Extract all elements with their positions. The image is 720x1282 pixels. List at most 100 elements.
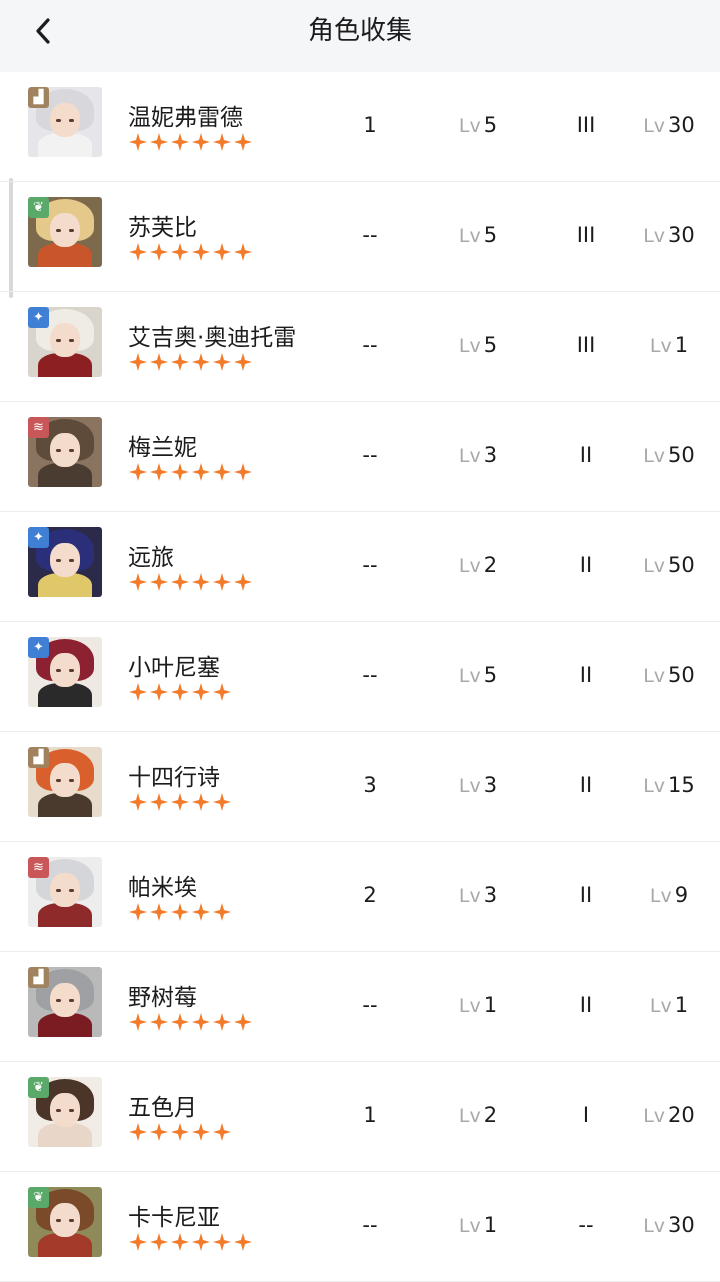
star-icon: [128, 352, 148, 374]
leaf-element-icon: ❦: [28, 1187, 49, 1208]
star-icon: [149, 682, 169, 704]
lv-prefix: Lv: [458, 885, 481, 907]
level-cell: Lv 1: [448, 990, 508, 1020]
star-icon: [212, 1232, 232, 1254]
character-row[interactable]: ❦ 五色月 1 Lv 2 I Lv 20: [0, 1062, 720, 1172]
star-icon: [233, 1012, 253, 1034]
level2-cell: Lv 50: [634, 550, 704, 580]
character-row[interactable]: ❦ 卡卡尼亚 -- Lv 1 -- Lv 30: [0, 1172, 720, 1282]
top-bar: 角色收集: [0, 0, 720, 72]
character-row[interactable]: ✦ 小叶尼塞 -- Lv 5 II Lv 50: [0, 622, 720, 732]
character-avatar: ▟: [28, 747, 102, 817]
level-value: 5: [483, 663, 498, 687]
count-value: --: [362, 333, 378, 357]
level2-cell: Lv 30: [634, 1210, 704, 1240]
lv-prefix: Lv: [458, 555, 481, 577]
level-cell: Lv 3: [448, 440, 508, 470]
rarity-stars: [128, 1012, 253, 1034]
claw-element-icon: ≋: [28, 857, 49, 878]
tier-value: II: [579, 443, 593, 467]
character-avatar: ❦: [28, 1187, 102, 1257]
character-name: 小叶尼塞: [128, 655, 220, 681]
star-icon: [170, 1122, 190, 1144]
star-icon: [233, 572, 253, 594]
star-element-icon: ✦: [28, 527, 49, 548]
level-value: 3: [483, 773, 498, 797]
star-icon: [128, 132, 148, 154]
character-row[interactable]: ≋ 帕米埃 2 Lv 3 II Lv 9: [0, 842, 720, 952]
character-row[interactable]: ✦ 远旅 -- Lv 2 II Lv 50: [0, 512, 720, 622]
level2-value: 1: [674, 993, 689, 1017]
star-icon: [128, 1012, 148, 1034]
star-icon: [191, 902, 211, 924]
count-value: --: [362, 443, 378, 467]
star-icon: [191, 1122, 211, 1144]
character-avatar: ≋: [28, 417, 102, 487]
star-icon: [191, 682, 211, 704]
star-icon: [212, 242, 232, 264]
star-icon: [212, 792, 232, 814]
lv-prefix: Lv: [458, 445, 481, 467]
character-row[interactable]: ▟ 温妮弗雷德 1 Lv 5 III Lv 30: [0, 72, 720, 182]
rarity-stars: [128, 242, 253, 264]
tier-value: --: [578, 1213, 594, 1237]
count-value: 3: [363, 773, 377, 797]
character-row[interactable]: ≋ 梅兰妮 -- Lv 3 II Lv 50: [0, 402, 720, 512]
level-value: 3: [483, 443, 498, 467]
character-name: 温妮弗雷德: [128, 105, 243, 131]
star-icon: [170, 1012, 190, 1034]
tier-value: III: [576, 223, 596, 247]
star-icon: [149, 462, 169, 484]
level2-value: 1: [674, 333, 689, 357]
rarity-stars: [128, 1122, 232, 1144]
lv-prefix: Lv: [458, 665, 481, 687]
star-icon: [233, 1232, 253, 1254]
character-avatar: ✦: [28, 637, 102, 707]
level-cell: Lv 5: [448, 660, 508, 690]
character-name: 卡卡尼亚: [128, 1205, 220, 1231]
character-row[interactable]: ❦ 苏芙比 -- Lv 5 III Lv 30: [0, 182, 720, 292]
level2-value: 50: [668, 553, 695, 577]
lv-prefix: Lv: [458, 775, 481, 797]
character-list: ▟ 温妮弗雷德 1 Lv 5 III Lv 30 ❦ 苏芙比 -- Lv 5 III Lv 30 ✦ 艾吉奥·奥迪…: [0, 72, 720, 1282]
star-icon: [191, 572, 211, 594]
level-cell: Lv 5: [448, 330, 508, 360]
level-value: 1: [483, 993, 498, 1017]
star-element-icon: ✦: [28, 637, 49, 658]
rarity-stars: [128, 572, 253, 594]
level-cell: Lv 2: [448, 1100, 508, 1130]
character-name: 远旅: [128, 545, 174, 571]
star-icon: [212, 1122, 232, 1144]
star-icon: [149, 792, 169, 814]
character-avatar: ❦: [28, 197, 102, 267]
count-value: 1: [363, 113, 377, 137]
character-avatar: ▟: [28, 967, 102, 1037]
character-name: 苏芙比: [128, 215, 197, 241]
star-icon: [233, 242, 253, 264]
character-row[interactable]: ✦ 艾吉奥·奥迪托雷 -- Lv 5 III Lv 1: [0, 292, 720, 402]
character-name: 五色月: [128, 1095, 197, 1121]
level-value: 3: [483, 883, 498, 907]
character-row[interactable]: ▟ 野树莓 -- Lv 1 II Lv 1: [0, 952, 720, 1062]
character-name: 艾吉奥·奥迪托雷: [128, 325, 297, 351]
character-row[interactable]: ▟ 十四行诗 3 Lv 3 II Lv 15: [0, 732, 720, 842]
character-avatar: ✦: [28, 307, 102, 377]
rarity-stars: [128, 462, 253, 484]
earth-element-icon: ▟: [28, 747, 49, 768]
count-value: --: [362, 553, 378, 577]
leaf-element-icon: ❦: [28, 197, 49, 218]
tier-value: III: [576, 113, 596, 137]
rarity-stars: [128, 682, 232, 704]
level2-cell: Lv 30: [634, 110, 704, 140]
level2-cell: Lv 1: [634, 990, 704, 1020]
star-icon: [149, 242, 169, 264]
level2-cell: Lv 50: [634, 440, 704, 470]
star-icon: [149, 572, 169, 594]
lv-prefix: Lv: [643, 225, 666, 247]
star-icon: [191, 132, 211, 154]
star-icon: [128, 792, 148, 814]
level-cell: Lv 3: [448, 880, 508, 910]
level-value: 5: [483, 223, 498, 247]
tier-value: II: [579, 883, 593, 907]
rarity-stars: [128, 792, 232, 814]
